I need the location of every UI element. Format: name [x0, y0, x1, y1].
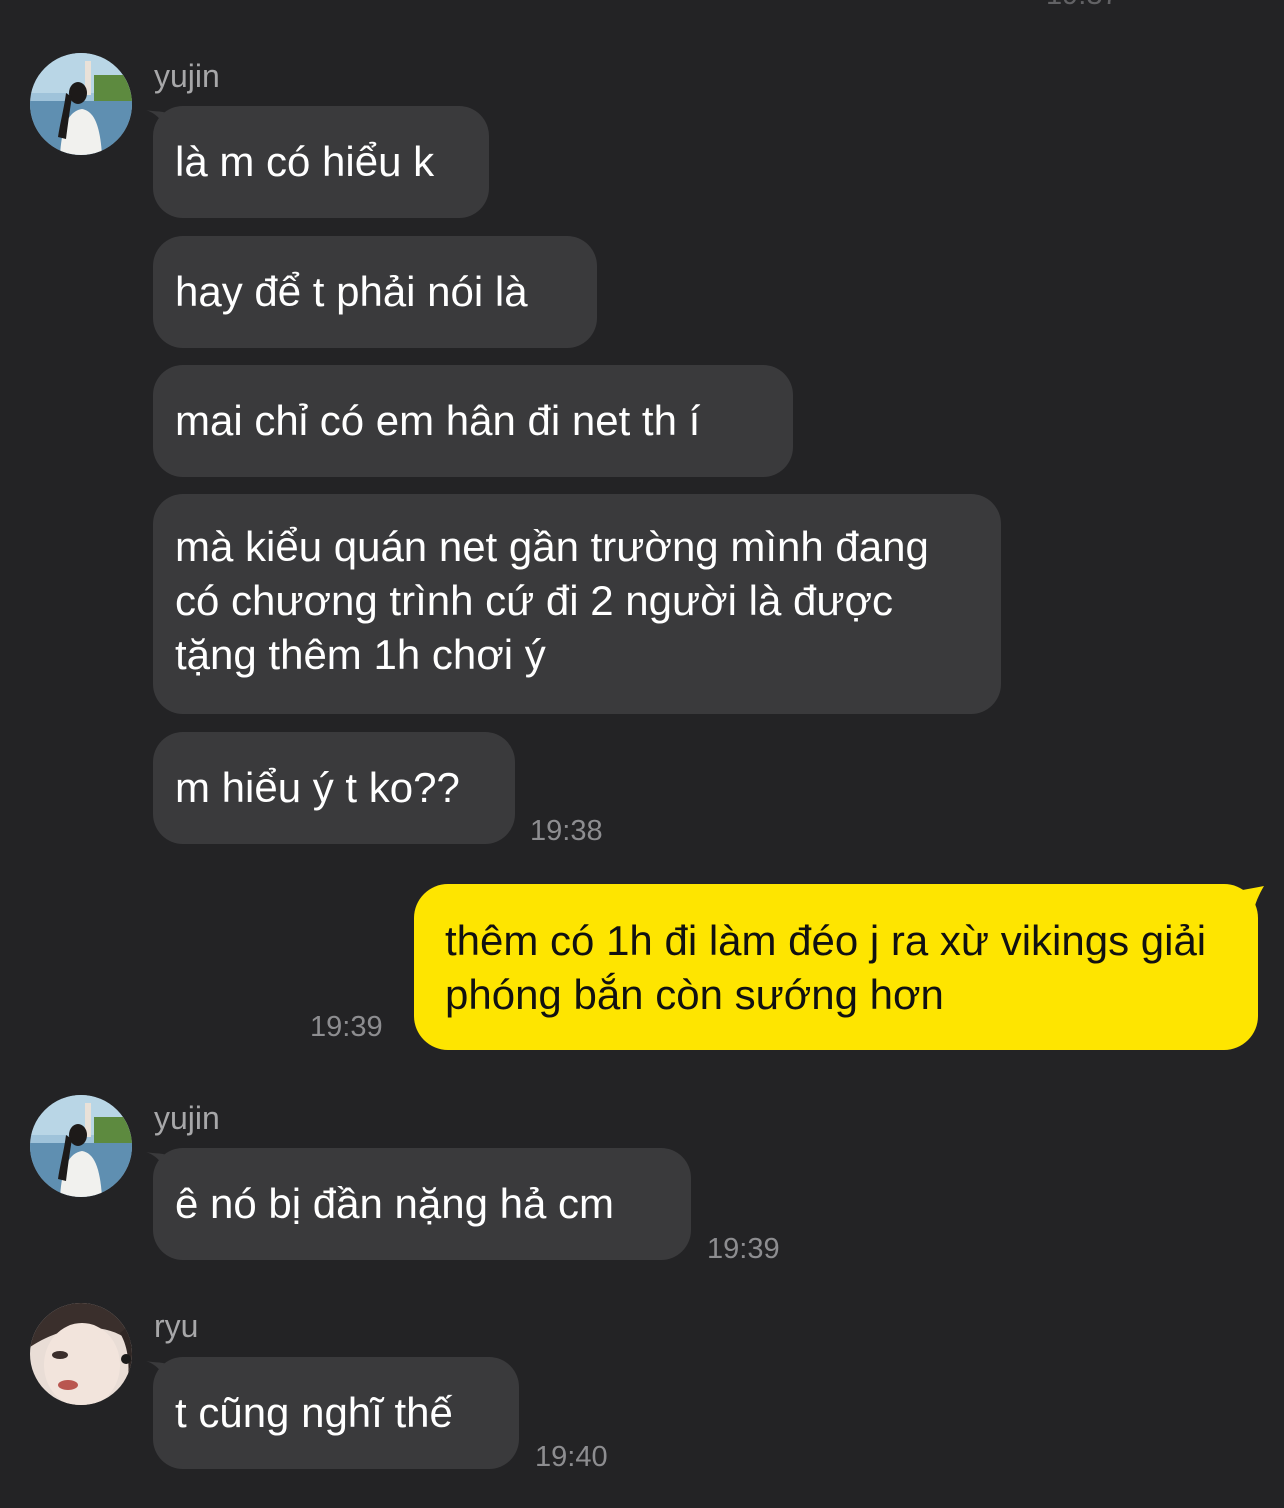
message-timestamp: 19:39	[310, 1011, 383, 1043]
yujin-avatar[interactable]	[30, 1095, 132, 1197]
message-text: t cũng nghĩ thế	[175, 1389, 453, 1436]
message-bubble[interactable]: m hiểu ý t ko??	[153, 732, 515, 844]
message-bubble[interactable]: t cũng nghĩ thế	[153, 1357, 519, 1469]
message-bubble[interactable]: là m có hiểu k	[153, 106, 489, 218]
message-text: m hiểu ý t ko??	[175, 764, 460, 811]
message-text: là m có hiểu k	[175, 138, 435, 185]
ryu-avatar[interactable]	[30, 1303, 132, 1405]
message-timestamp: 19:38	[530, 815, 603, 847]
message-timestamp: 19:39	[707, 1233, 780, 1265]
yujin-avatar-photo	[30, 53, 132, 155]
message-bubble[interactable]: thêm có 1h đi làm đéo j ra xừ vikings gi…	[414, 884, 1258, 1050]
message-text: mà kiểu quán net gần trường mình đang có…	[175, 523, 929, 678]
message-text: ê nó bị đần nặng hả cm	[175, 1180, 614, 1227]
message-timestamp: 19:40	[535, 1441, 608, 1473]
cut-timestamp: 19:37	[1046, 0, 1119, 12]
sender-name: ryu	[154, 1308, 199, 1344]
yujin-avatar-photo	[30, 1095, 132, 1197]
message-bubble[interactable]: mà kiểu quán net gần trường mình đang có…	[153, 494, 1001, 714]
message-text: thêm có 1h đi làm đéo j ra xừ vikings gi…	[445, 917, 1207, 1018]
message-bubble[interactable]: ê nó bị đần nặng hả cm	[153, 1148, 691, 1260]
yujin-avatar[interactable]	[30, 53, 132, 155]
message-text: mai chỉ có em hân đi net th í	[175, 397, 701, 444]
message-bubble[interactable]: mai chỉ có em hân đi net th í	[153, 365, 793, 477]
message-text: hay để t phải nói là	[175, 268, 528, 315]
sender-name: yujin	[154, 58, 220, 94]
sender-name: yujin	[154, 1100, 220, 1136]
ryu-avatar-photo	[30, 1303, 132, 1405]
message-bubble[interactable]: hay để t phải nói là	[153, 236, 597, 348]
